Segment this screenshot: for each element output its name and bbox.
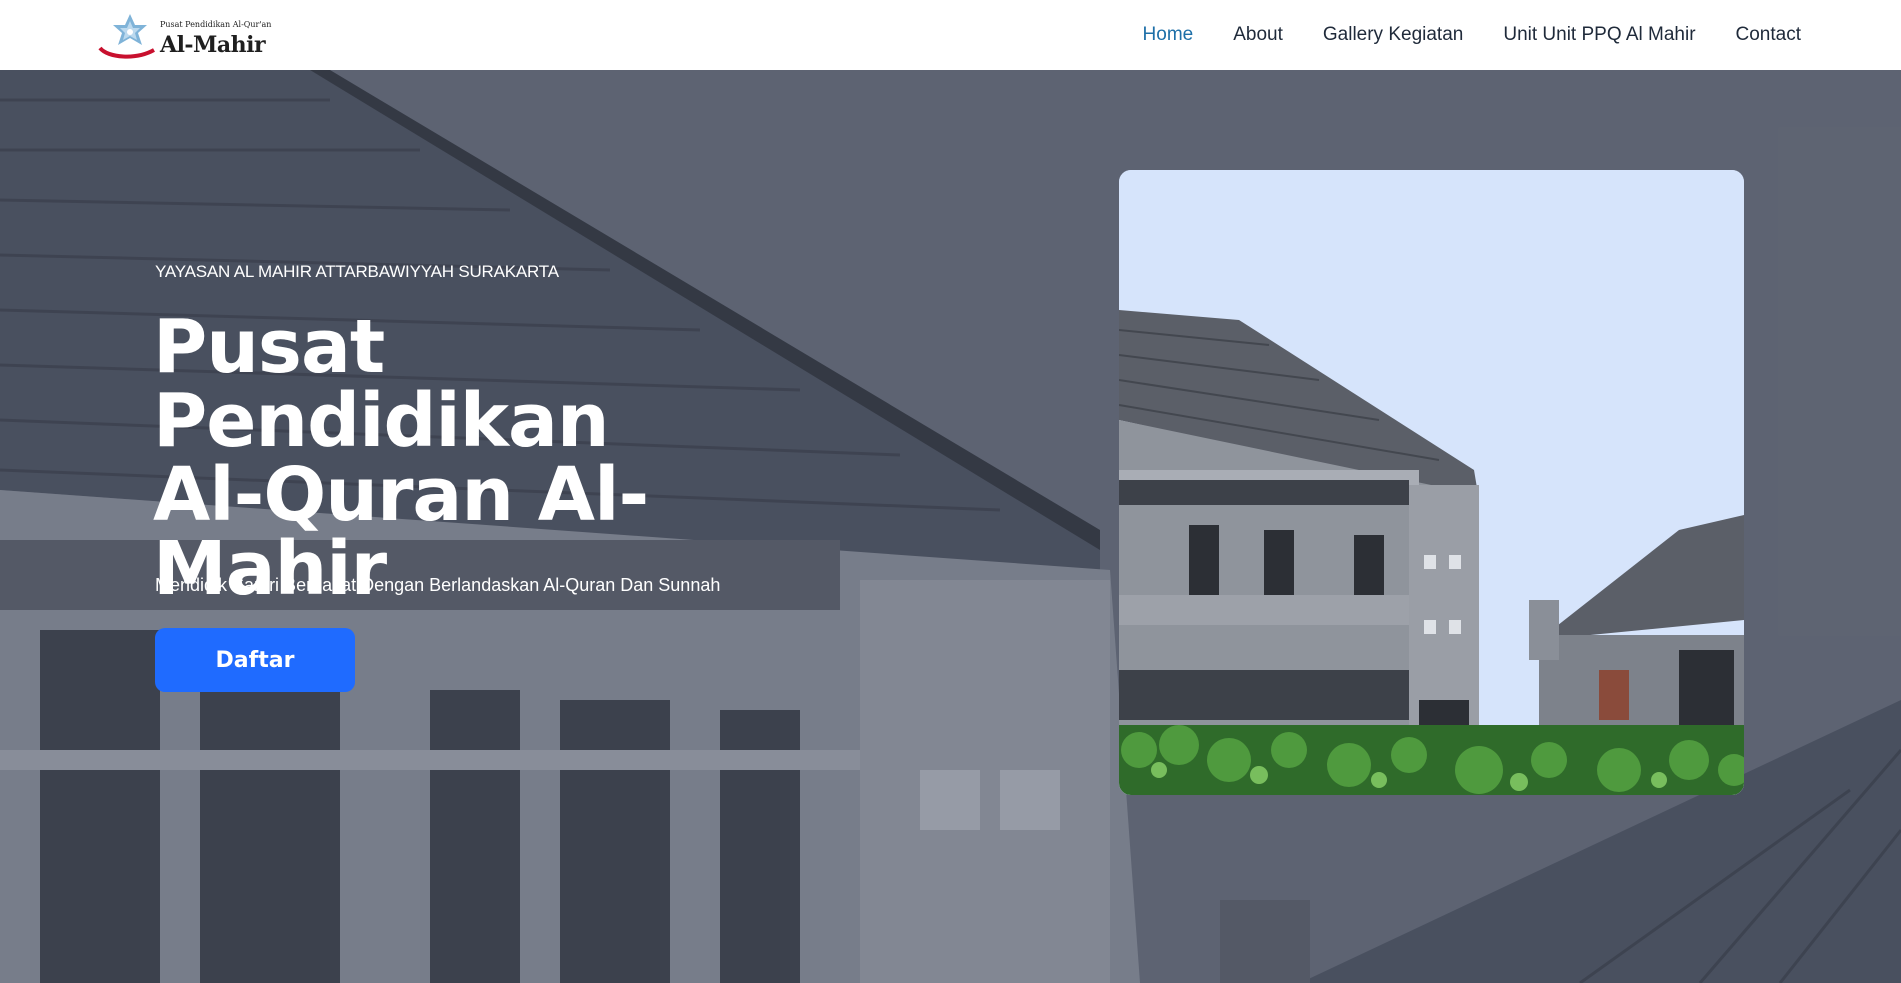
- site-logo[interactable]: Pusat Pendidikan Al-Qur'an Al-Mahir: [96, 10, 272, 60]
- nav-about[interactable]: About: [1233, 24, 1283, 46]
- brand-name: Al-Mahir: [160, 32, 266, 58]
- hero-kicker: YAYASAN AL MAHIR ATTARBAWIYYAH SURAKARTA: [155, 262, 559, 281]
- nav-home[interactable]: Home: [1143, 24, 1194, 46]
- hero-title-line3: Mahir: [153, 526, 387, 612]
- nav-gallery[interactable]: Gallery Kegiatan: [1323, 24, 1463, 46]
- nav-units[interactable]: Unit Unit PPQ Al Mahir: [1503, 24, 1695, 46]
- hero-title-line1: Pusat Pendidikan: [153, 304, 610, 464]
- hero-title: Pusat Pendidikan Al-Quran Al- Mahir: [153, 310, 833, 606]
- building-photo-image: [1119, 170, 1744, 795]
- main-nav: Home About Gallery Kegiatan Unit Unit PP…: [1143, 0, 1801, 70]
- nav-contact[interactable]: Contact: [1736, 24, 1801, 46]
- star-ornament-icon: [98, 14, 155, 59]
- site-header: Pusat Pendidikan Al-Qur'an Al-Mahir Home…: [0, 0, 1901, 70]
- register-button[interactable]: Daftar: [155, 628, 355, 692]
- hero-section: YAYASAN AL MAHIR ATTARBAWIYYAH SURAKARTA…: [0, 70, 1901, 983]
- hero-subtitle: Mendidik Santri Berbakat Dengan Berlanda…: [155, 575, 721, 595]
- brand-tagline: Pusat Pendidikan Al-Qur'an: [160, 20, 272, 29]
- hero-photo: [1119, 170, 1744, 795]
